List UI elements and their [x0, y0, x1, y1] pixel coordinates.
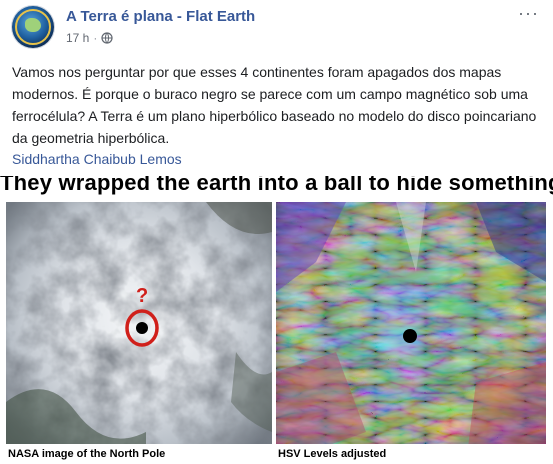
post-text: Vamos nos perguntar por que esses 4 cont…	[12, 64, 537, 146]
author-link[interactable]: Siddhartha Chaibub Lemos	[12, 151, 182, 167]
satellite-photo: ?	[6, 202, 272, 464]
facebook-post: A Terra é plana - Flat Earth 17 h · ··· …	[0, 0, 553, 464]
nasa-north-pole-image: ? NASA image of the North Pole	[6, 202, 272, 464]
hsv-adjusted-image: HSV Levels adjusted	[276, 202, 546, 464]
more-options-icon[interactable]: ···	[518, 4, 539, 22]
meme-caption: They wrapped the earth into a ball to hi…	[0, 176, 553, 195]
post-meta: 17 h ·	[66, 31, 113, 45]
hsv-photo	[276, 202, 546, 464]
black-hole-dot	[136, 322, 148, 334]
page-avatar[interactable]	[12, 6, 54, 48]
meme-image[interactable]: They wrapped the earth into a ball to hi…	[0, 176, 553, 464]
meta-separator: ·	[93, 31, 98, 45]
question-mark: ?	[136, 285, 148, 307]
page-name-link[interactable]: A Terra é plana - Flat Earth	[66, 8, 255, 25]
black-hole-dot-hsv	[403, 329, 417, 343]
left-image-label: NASA image of the North Pole	[6, 444, 272, 464]
right-image-label: HSV Levels adjusted	[276, 444, 546, 464]
post-timestamp[interactable]: 17 h	[66, 31, 89, 45]
globe-icon[interactable]	[101, 32, 113, 44]
